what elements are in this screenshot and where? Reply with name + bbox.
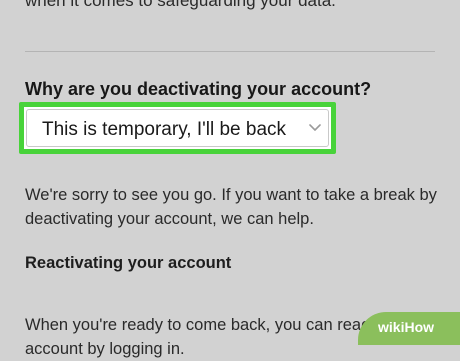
chevron-down-icon: [309, 124, 321, 131]
deactivation-question-label: Why are you deactivating your account?: [25, 79, 372, 99]
reason-select[interactable]: This is temporary, I'll be back: [26, 109, 329, 147]
sorry-paragraph: We're sorry to see you go. If you want t…: [25, 186, 437, 228]
reason-select-value: This is temporary, I'll be back: [42, 119, 287, 140]
reactivating-heading: Reactivating your account: [25, 254, 232, 272]
previous-paragraph-text: when it comes to safeguarding your data.: [25, 0, 336, 10]
wikihow-watermark: wikiHow: [358, 312, 460, 345]
wikihow-logo-text: wikiHow: [378, 319, 435, 335]
reason-select-highlight: This is temporary, I'll be back: [19, 102, 336, 154]
section-divider: [25, 51, 435, 52]
